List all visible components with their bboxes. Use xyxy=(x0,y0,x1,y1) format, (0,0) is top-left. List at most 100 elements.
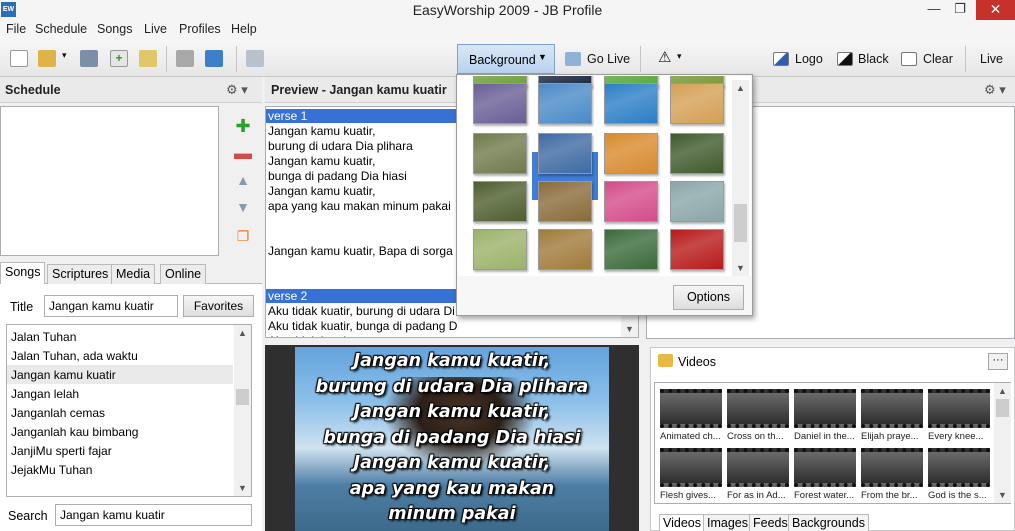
scroll-up-icon[interactable]: ▲ xyxy=(234,325,251,341)
gear-icon[interactable]: ⚙ ▾ xyxy=(226,82,248,98)
tab-scriptures[interactable]: Scriptures xyxy=(47,264,114,284)
background-thumbnail[interactable] xyxy=(670,83,724,124)
tab-images[interactable]: Images xyxy=(703,514,752,531)
open-folder-icon[interactable] xyxy=(38,50,56,67)
video-thumbnail[interactable] xyxy=(794,448,856,487)
black-button[interactable]: Black xyxy=(858,52,889,66)
video-thumbnail[interactable] xyxy=(794,389,856,428)
menu-live[interactable]: Live xyxy=(144,22,167,36)
video-thumbnail[interactable] xyxy=(727,389,789,428)
add-item-icon[interactable]: + xyxy=(110,50,128,67)
schedule-list[interactable] xyxy=(0,106,219,256)
search-input[interactable] xyxy=(55,504,252,526)
menu-songs[interactable]: Songs xyxy=(97,22,132,36)
background-button[interactable]: Background ▼ xyxy=(457,44,555,74)
tab-videos[interactable]: Videos xyxy=(659,514,705,531)
warning-dropdown-icon[interactable]: ▾ xyxy=(677,51,682,62)
background-thumbnail[interactable] xyxy=(538,229,592,270)
edit-icon[interactable] xyxy=(139,50,157,67)
background-thumbnail[interactable] xyxy=(670,133,724,174)
save-icon[interactable] xyxy=(80,50,98,67)
lyric-line[interactable]: Aku tidak kuatir, xyxy=(268,334,353,337)
tab-feeds[interactable]: Feeds xyxy=(749,514,792,531)
tab-songs[interactable]: Songs xyxy=(0,262,46,285)
verse-label[interactable]: verse 1 xyxy=(266,109,456,123)
menu-profiles[interactable]: Profiles xyxy=(179,22,221,36)
list-item-selected[interactable]: Jangan kamu kuatir xyxy=(7,365,233,384)
list-item[interactable]: Janganlah kau bimbang xyxy=(11,422,233,441)
clear-button[interactable]: Clear xyxy=(923,52,953,66)
lyric-line[interactable]: Aku tidak kuatir, bunga di padang D xyxy=(268,319,457,333)
minimize-button[interactable]: — xyxy=(922,0,946,20)
lyric-line[interactable]: bunga di padang Dia hiasi xyxy=(268,169,407,183)
background-thumbnail[interactable] xyxy=(604,229,658,270)
move-up-icon[interactable]: ▲ xyxy=(233,170,253,190)
lyric-line[interactable]: Aku tidak kuatir, burung di udara Di xyxy=(268,304,455,318)
more-options-button[interactable]: ··· xyxy=(988,353,1008,370)
tab-online[interactable]: Online xyxy=(160,264,207,284)
lyric-line[interactable]: burung di udara Dia plihara xyxy=(268,139,413,153)
title-input[interactable] xyxy=(44,295,178,317)
background-grid[interactable] xyxy=(458,76,751,276)
go-live-button[interactable]: Go Live xyxy=(587,52,630,66)
gear-icon[interactable]: ⚙ ▾ xyxy=(984,82,1006,98)
lyric-line[interactable]: Jangan kamu kuatir, xyxy=(268,154,375,168)
scroll-up-icon[interactable]: ▲ xyxy=(732,80,749,96)
tab-media[interactable]: Media xyxy=(111,264,156,284)
new-file-icon[interactable] xyxy=(10,50,28,67)
list-item[interactable]: Jalan Tuhan xyxy=(11,327,233,346)
open-dropdown-icon[interactable]: ▾ xyxy=(62,50,67,61)
background-thumbnail[interactable] xyxy=(604,83,658,124)
close-button[interactable]: ✕ xyxy=(976,0,1015,20)
live-toggle-button[interactable]: Live xyxy=(980,52,1003,66)
move-down-icon[interactable]: ▼ xyxy=(233,197,253,217)
options-button[interactable]: Options xyxy=(673,285,744,310)
song-list[interactable]: Jalan Tuhan Jalan Tuhan, ada waktu Janga… xyxy=(6,324,252,497)
video-thumbnail[interactable] xyxy=(928,389,990,428)
background-thumbnail[interactable] xyxy=(473,229,527,270)
list-item[interactable]: JejakMu Tuhan xyxy=(11,460,233,479)
lyric-line[interactable]: Jangan kamu kuatir, xyxy=(268,124,375,138)
menu-file[interactable]: File xyxy=(6,22,26,36)
maximize-button[interactable]: ❐ xyxy=(948,0,972,20)
list-item[interactable]: Jangan lelah xyxy=(11,384,233,403)
scroll-thumb[interactable] xyxy=(996,399,1009,417)
background-thumbnail[interactable] xyxy=(473,133,527,174)
video-thumbnail[interactable] xyxy=(861,389,923,428)
scroll-thumb[interactable] xyxy=(734,204,747,242)
video-grid-scrollbar[interactable]: ▲ ▼ xyxy=(994,383,1011,503)
logo-button[interactable]: Logo xyxy=(795,52,823,66)
background-thumbnail[interactable] xyxy=(604,181,658,222)
remove-icon[interactable]: ▬ xyxy=(233,143,253,163)
background-thumbnail[interactable] xyxy=(538,133,592,174)
background-thumbnail[interactable] xyxy=(538,181,592,222)
favorites-button[interactable]: Favorites xyxy=(183,295,254,317)
scroll-down-icon[interactable]: ▼ xyxy=(234,480,251,496)
copy-icon[interactable]: ❐ xyxy=(233,226,253,246)
scroll-down-icon[interactable]: ▼ xyxy=(621,321,638,337)
lyric-line[interactable]: Jangan kamu kuatir, Bapa di sorga n xyxy=(268,244,463,258)
menu-help[interactable]: Help xyxy=(231,22,257,36)
background-thumbnail[interactable] xyxy=(473,181,527,222)
lyric-line[interactable]: apa yang kau makan minum pakai xyxy=(268,199,451,213)
list-item[interactable]: Janganlah cemas xyxy=(11,403,233,422)
background-thumbnail[interactable] xyxy=(670,181,724,222)
scroll-down-icon[interactable]: ▼ xyxy=(732,260,749,276)
print-icon[interactable] xyxy=(176,50,194,67)
scroll-down-icon[interactable]: ▼ xyxy=(994,487,1011,503)
monitor-icon[interactable] xyxy=(205,50,223,67)
list-item[interactable]: JanjiMu sperti fajar xyxy=(11,441,233,460)
background-grid-scrollbar[interactable]: ▲ ▼ xyxy=(732,80,749,276)
background-thumbnail[interactable] xyxy=(604,133,658,174)
background-thumbnail[interactable] xyxy=(670,229,724,270)
video-thumbnail[interactable] xyxy=(861,448,923,487)
video-thumbnail[interactable] xyxy=(928,448,990,487)
video-thumbnail[interactable] xyxy=(660,448,722,487)
scroll-thumb[interactable] xyxy=(236,389,249,405)
lyric-line[interactable]: Jangan kamu kuatir, xyxy=(268,184,375,198)
list-item[interactable]: Jalan Tuhan, ada waktu xyxy=(11,346,233,365)
video-thumbnail[interactable] xyxy=(727,448,789,487)
menu-schedule[interactable]: Schedule xyxy=(35,22,87,36)
background-thumbnail[interactable] xyxy=(473,83,527,124)
verse-label[interactable]: verse 2 xyxy=(266,289,456,303)
